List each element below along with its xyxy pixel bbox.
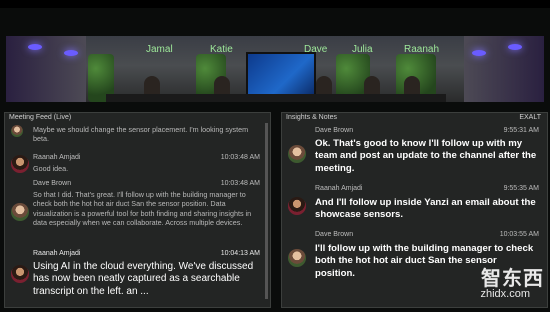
ceiling-light <box>472 50 486 56</box>
sender-name: Raanah Amjadi <box>33 154 81 161</box>
avatar <box>11 265 29 283</box>
participant-name-tag: Raanah <box>404 44 440 55</box>
message-time: 10:04:13 AM <box>220 250 260 257</box>
avatar <box>288 249 306 267</box>
meeting-feed-panel[interactable]: Meeting Feed (Live) Maybe we should chan… <box>4 112 271 308</box>
avatar <box>11 155 29 173</box>
wall-display <box>246 52 316 98</box>
sender-name: Dave Brown <box>315 231 354 238</box>
ceiling-light <box>508 44 522 50</box>
room-wall-left <box>6 36 86 102</box>
participant-name-tag: Katie <box>210 44 233 55</box>
panel-title: Insights & Notes <box>286 114 337 121</box>
sender-name: Raanah Amjadi <box>33 250 81 257</box>
message-time: 9:55:35 AM <box>503 185 539 192</box>
avatar <box>11 203 29 221</box>
message-time: 10:03:55 AM <box>499 231 539 238</box>
avatar <box>11 125 23 137</box>
ceiling-light <box>64 50 78 56</box>
scrollbar[interactable] <box>265 123 268 299</box>
participant-name-tag: Jamal <box>146 44 173 55</box>
message-text: Good idea. <box>33 164 69 173</box>
message-time: 10:03:48 AM <box>220 180 260 187</box>
room-wall-right <box>464 36 544 102</box>
sender-name: Raanah Amjadi <box>315 185 363 192</box>
panel-title: Meeting Feed (Live) <box>9 114 72 121</box>
ceiling-light <box>28 44 42 50</box>
message-text: Maybe we should change the sensor placem… <box>33 125 249 144</box>
watermark-url: zhidx.com <box>480 288 530 300</box>
panel-tag: EXALT <box>519 114 541 121</box>
watermark: 智东西 zhidx.com <box>462 262 544 306</box>
message-text: So that I did. That's great. I'll follow… <box>33 190 252 228</box>
top-bar <box>0 0 550 8</box>
conference-table <box>106 94 446 102</box>
message-text: Ok. That's good to know I'll follow up w… <box>315 138 537 174</box>
meeting-room-video: Jamal Katie Dave Julia Raanah <box>6 36 544 102</box>
sender-name: Dave Brown <box>315 127 354 134</box>
message-time: 10:03:48 AM <box>220 154 260 161</box>
message-time: 9:55:31 AM <box>503 127 539 134</box>
avatar <box>288 145 306 163</box>
sender-name: Dave Brown <box>33 180 72 187</box>
message-text: And I'll follow up inside Yanzi an email… <box>315 197 536 221</box>
avatar <box>288 197 306 215</box>
participant-name-tag: Julia <box>352 44 373 55</box>
watermark-logo: 智东西 <box>481 268 544 290</box>
participant-name-tag: Dave <box>304 44 328 55</box>
message-text: Using AI in the cloud everything. We've … <box>33 261 254 297</box>
